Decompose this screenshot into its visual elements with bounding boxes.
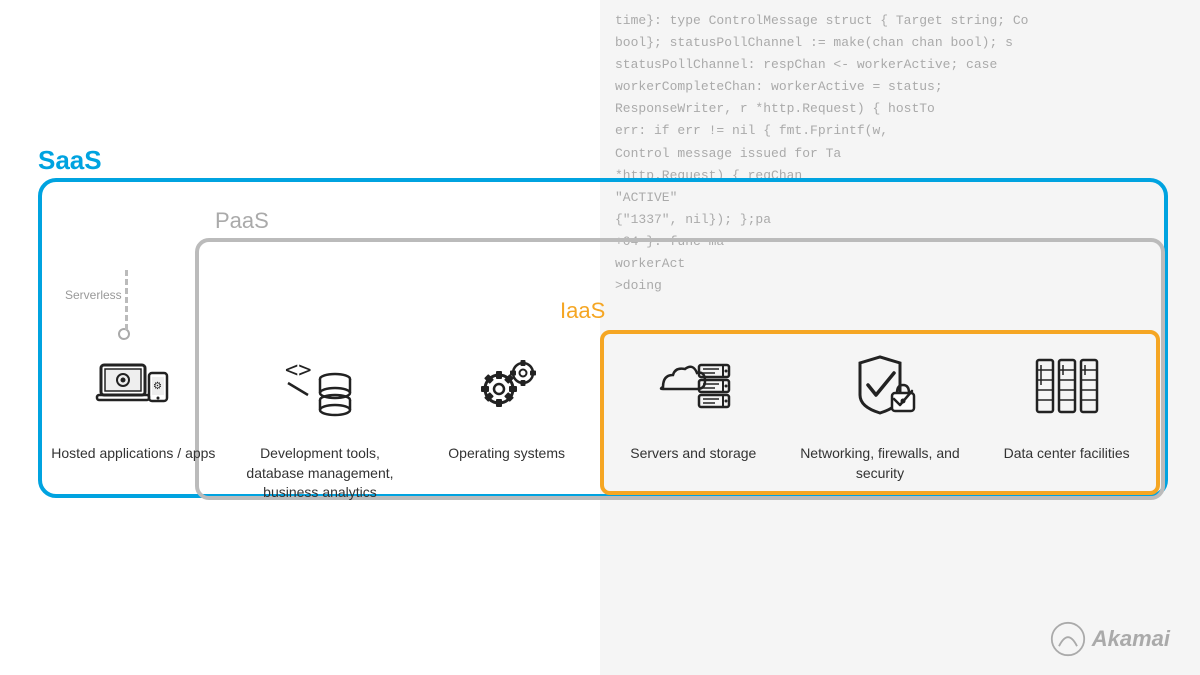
column-hosted-apps: ⚙ Hosted applications / apps <box>48 340 218 464</box>
dev-tools-icon: <> <box>275 340 365 430</box>
main-content: SaaS PaaS IaaS Serverless ⚙ Hosted appli… <box>0 0 1200 675</box>
svg-text:<>: <> <box>285 358 312 383</box>
column-networking: Networking, firewalls, and security <box>795 340 965 483</box>
data-center-label: Data center facilities <box>1004 444 1130 464</box>
operating-systems-icon <box>462 340 552 430</box>
servers-storage-icon <box>648 340 738 430</box>
dev-tools-label: Development tools, database management, … <box>235 444 405 503</box>
column-dev-tools: <> Development tools, database managemen… <box>235 340 405 503</box>
serverless-dashed-line <box>125 270 129 330</box>
akamai-logo-icon <box>1050 621 1086 657</box>
column-servers-storage: Servers and storage <box>608 340 778 464</box>
data-center-icon <box>1022 340 1112 430</box>
svg-text:⚙: ⚙ <box>153 381 162 392</box>
saas-label: SaaS <box>38 145 102 176</box>
service-columns: ⚙ Hosted applications / apps <> Developm… <box>40 340 1160 503</box>
networking-icon <box>835 340 925 430</box>
hosted-apps-label: Hosted applications / apps <box>51 444 215 464</box>
column-data-center: Data center facilities <box>982 340 1152 464</box>
servers-storage-label: Servers and storage <box>630 444 756 464</box>
hosted-apps-icon: ⚙ <box>88 340 178 430</box>
akamai-logo: Akamai <box>1050 621 1170 657</box>
akamai-logo-text: Akamai <box>1092 626 1170 652</box>
column-operating-systems: Operating systems <box>422 340 592 464</box>
networking-label: Networking, firewalls, and security <box>795 444 965 483</box>
operating-systems-label: Operating systems <box>448 444 565 464</box>
